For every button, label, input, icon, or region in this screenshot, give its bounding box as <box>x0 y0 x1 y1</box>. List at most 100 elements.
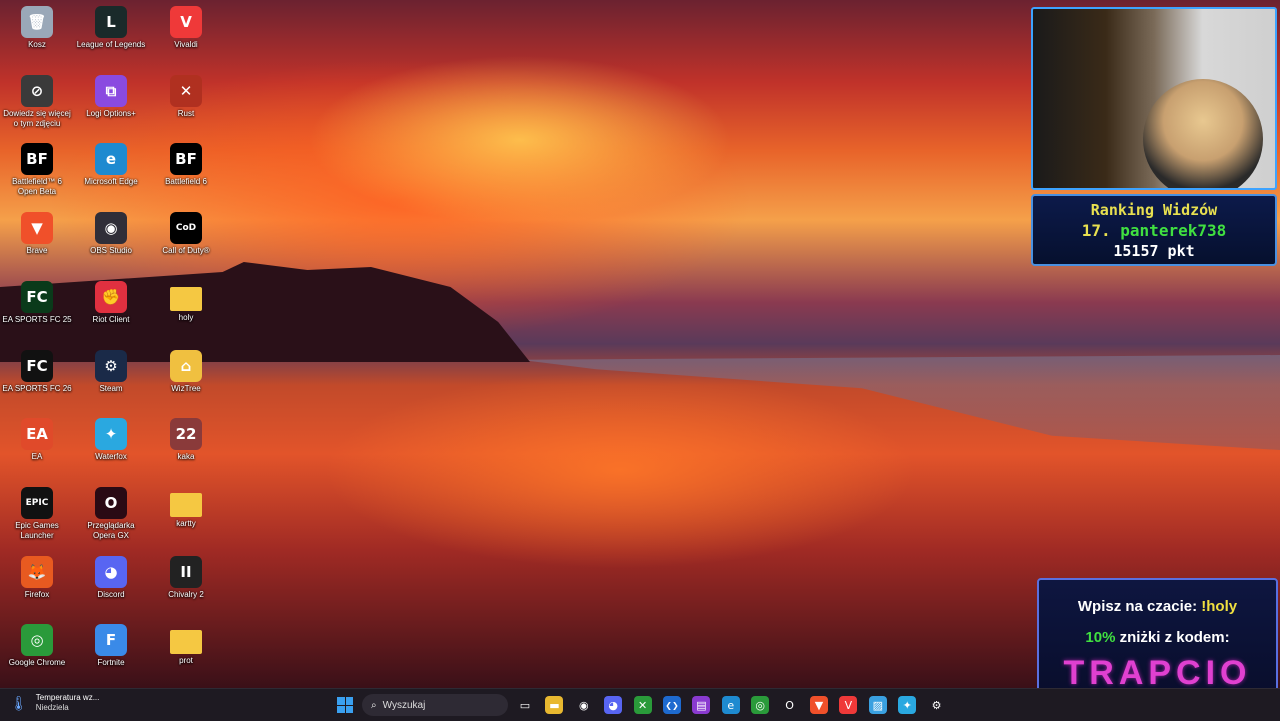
taskbar-search[interactable]: ⌕ Wyszukaj <box>362 694 508 716</box>
viewer-ranking-panel: Ranking Widzów 17. panterek738 15157 pkt <box>1031 194 1277 266</box>
desktop-icon-label: EA SPORTS FC 26 <box>2 383 72 393</box>
desktop-icon-label: OBS Studio <box>90 246 132 256</box>
ea-fc25-icon: FC <box>21 280 53 313</box>
weather-title: Temperatura wz... <box>35 693 100 702</box>
desktop-icon-label: Firefox <box>24 589 50 599</box>
desktop-icon[interactable]: e Microsoft Edge <box>74 139 148 205</box>
taskbar: 🌡 Temperatura wz... Niedziela ⌕ Wyszukaj… <box>0 688 1280 721</box>
folder-prot-icon <box>170 630 202 655</box>
desktop-icon[interactable]: EPIC Epic Games Launcher <box>0 483 74 549</box>
recycle-bin-icon: 🗑 <box>21 6 53 38</box>
search-placeholder: Wyszukaj <box>382 699 426 711</box>
obs-taskbar-icon[interactable]: ◉ <box>575 696 593 714</box>
desktop-icon[interactable]: L League of Legends <box>74 2 148 68</box>
ranking-position: 17. <box>1081 221 1111 240</box>
discord-taskbar-icon[interactable]: ◕ <box>604 696 623 714</box>
settings-taskbar-icon[interactable]: ⚙ <box>928 696 946 714</box>
desktop-icon-label: Steam <box>99 383 123 393</box>
desktop-icon-label: Call of Duty® <box>162 246 210 256</box>
xbox-taskbar-icon[interactable]: ✕ <box>633 696 652 714</box>
desktop-icon[interactable]: ✦ Waterfox <box>74 414 148 480</box>
desktop-icon-label: Riot Client <box>92 314 130 324</box>
desktop-icon-label: Battlefield™ 6 Open Beta <box>12 177 62 197</box>
vivaldi-taskbar-icon[interactable]: V <box>839 696 858 714</box>
desktop-icon[interactable]: 22 kaka <box>149 414 223 480</box>
windows-logo-tile <box>337 705 345 713</box>
desktop-icon-label: Battlefield 6 <box>165 177 207 187</box>
promo-chat-prefix: Wpisz na czacie: <box>1077 598 1202 615</box>
desktop-icon[interactable]: kartty <box>149 483 223 549</box>
waterfox-taskbar-icon[interactable]: ✦ <box>898 696 917 714</box>
desktop-icon[interactable]: ⊘ Dowiedz się więcej o tym zdjęciu <box>0 71 74 137</box>
opera-taskbar-icon[interactable]: O <box>781 696 799 714</box>
desktop-icon[interactable]: O Przeglądarka Opera GX <box>74 483 148 549</box>
desktop-icon[interactable]: BF Battlefield™ 6 Open Beta <box>0 139 74 205</box>
start-button[interactable] <box>337 697 353 713</box>
photos-taskbar-icon[interactable]: ▨ <box>868 696 887 714</box>
desktop-icon[interactable]: ⌂ WizTree <box>149 346 223 412</box>
promo-discount-suffix: zniżki z kodem: <box>1115 629 1230 646</box>
desktop-icon[interactable]: CoD Call of Duty® <box>149 208 223 274</box>
ranking-points: 15157 pkt <box>1113 242 1195 260</box>
desktop-icon[interactable]: 🦊 Firefox <box>0 552 74 618</box>
desktop-icon[interactable]: ⧉ Logi Options+ <box>74 71 148 137</box>
brave-icon: ▼ <box>21 212 53 245</box>
desktop-icon-label: Kosz <box>28 40 46 49</box>
desktop-icon-label: holy <box>178 312 194 322</box>
promo-discount-percent: 10% <box>1085 629 1116 646</box>
opera-gx-icon: O <box>95 486 127 519</box>
windows-logo-tile <box>337 697 345 705</box>
ea-icon: EA <box>21 418 53 451</box>
edge-taskbar-icon[interactable]: e <box>721 696 740 714</box>
desktop-icon[interactable]: BF Battlefield 6 <box>149 139 223 205</box>
desktop-icon[interactable]: ◕ Discord <box>74 552 148 618</box>
desktop-icon-label: kartty <box>176 518 196 528</box>
waterfox-icon: ✦ <box>95 418 127 451</box>
ranking-title: Ranking Widzów <box>1090 201 1218 219</box>
windows-logo-tile <box>345 697 353 705</box>
app-purple-taskbar-icon[interactable]: ▤ <box>692 696 711 714</box>
desktop-icon[interactable]: prot <box>149 620 223 686</box>
wallpaper-sea <box>520 355 1280 450</box>
desktop-icon[interactable]: ◎ Google Chrome <box>0 620 74 686</box>
desktop-icon-label: prot <box>179 656 193 666</box>
brave-taskbar-icon[interactable]: ▼ <box>810 696 828 714</box>
desktop-icon-label: Google Chrome <box>8 658 66 668</box>
edge-icon: e <box>95 143 127 176</box>
desktop-icon-label: WizTree <box>171 383 201 393</box>
promo-chat-command: !holy <box>1201 598 1238 615</box>
file-explorer-icon[interactable]: ▬ <box>545 696 564 714</box>
desktop-icon-label: EA SPORTS FC 25 <box>2 314 72 324</box>
weather-widget[interactable]: 🌡 Temperatura wz... Niedziela <box>10 693 99 713</box>
league-of-legends-icon: L <box>95 6 127 38</box>
desktop-icon[interactable]: EA EA <box>0 414 74 480</box>
promo-line-chat: Wpisz na czacie: !holy <box>1039 598 1276 615</box>
desktop-icon[interactable]: 🗑 Kosz <box>0 2 74 68</box>
vivaldi-icon: V <box>170 6 202 38</box>
kaka-icon: 22 <box>170 418 202 451</box>
desktop-icon[interactable]: ✕ Rust <box>149 71 223 137</box>
desktop-icon[interactable]: II Chivalry 2 <box>149 552 223 618</box>
desktop-icon-label: Discord <box>97 589 125 599</box>
desktop-icon[interactable]: ⚙ Steam <box>74 346 148 412</box>
ea-fc26-icon: FC <box>21 349 53 382</box>
desktop-icon[interactable]: FC EA SPORTS FC 25 <box>0 277 74 343</box>
desktop-icon-label: kaka <box>177 452 195 462</box>
desktop-icon[interactable]: holy <box>149 277 223 343</box>
chrome-taskbar-icon[interactable]: ◎ <box>751 696 770 714</box>
desktop-icon[interactable]: V Vivaldi <box>149 2 223 68</box>
search-icon: ⌕ <box>371 699 377 711</box>
desktop-icon[interactable]: F Fortnite <box>74 620 148 686</box>
streamer-video <box>1143 79 1263 188</box>
desktop-icon-label: Vivaldi <box>174 40 198 49</box>
promo-line-discount: 10% zniżki z kodem: <box>1039 629 1276 646</box>
logi-options-icon: ⧉ <box>95 74 127 107</box>
desktop-icon[interactable]: FC EA SPORTS FC 26 <box>0 346 74 412</box>
firefox-icon: 🦊 <box>21 555 53 588</box>
desktop-icon[interactable]: ◉ OBS Studio <box>74 208 148 274</box>
desktop-icon[interactable]: ✊ Riot Client <box>74 277 148 343</box>
vscode-taskbar-icon[interactable]: ❮❯ <box>663 696 681 714</box>
desktop-icon[interactable]: ▼ Brave <box>0 208 74 274</box>
task-view-icon[interactable]: ▭ <box>516 696 534 714</box>
weather-text: Temperatura wz... Niedziela <box>36 693 100 713</box>
